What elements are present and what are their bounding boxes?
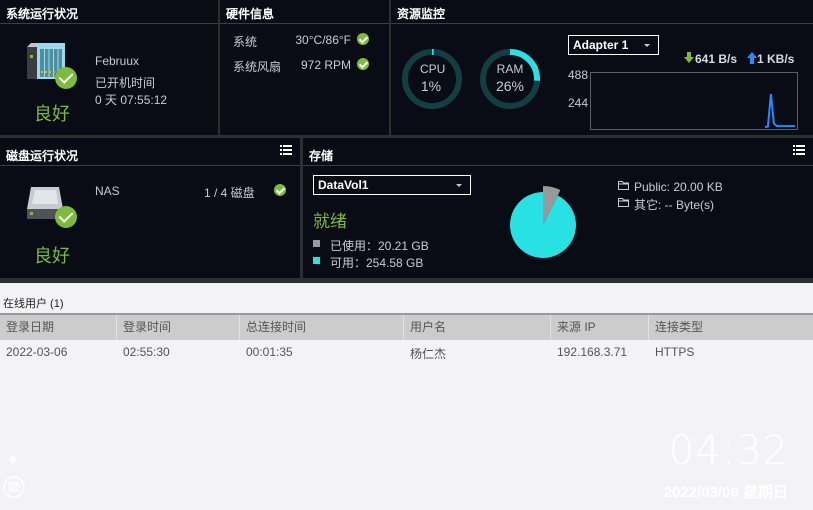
device-name: Februux: [95, 54, 140, 68]
dot-indicator[interactable]: [9, 456, 16, 463]
download-arrow-icon: [684, 52, 694, 63]
disk-count-ok-icon: [274, 184, 286, 196]
column-header[interactable]: 登录时间: [117, 315, 240, 340]
column-header[interactable]: 总连接时间: [240, 315, 404, 340]
folder-icon: [618, 181, 629, 190]
temp-ok-icon: [357, 33, 369, 45]
connection-type: HTTPS: [655, 345, 695, 359]
chevron-down-icon: [644, 44, 650, 47]
folder-other: 其它: -- Byte(s): [634, 198, 714, 212]
fan-label: 系统风扇: [233, 60, 282, 74]
column-header[interactable]: 登录日期: [0, 315, 117, 340]
system-temp-value: 30°C/86°F: [295, 33, 351, 47]
storage-menu-icon[interactable]: [793, 145, 805, 155]
hardware-panel: 硬件信息 系统 30°C/86°F 系统风扇 972 RPM: [220, 0, 389, 135]
volume-select[interactable]: DataVol1: [313, 175, 471, 195]
upload-rate: 1 KB/s: [757, 52, 795, 66]
uptime-value: 0 天 07:55:12: [95, 93, 168, 107]
clock-date: 2022/03/06 星期日: [663, 484, 788, 501]
fan-ok-icon: [357, 58, 369, 70]
connection-duration: 00:01:35: [246, 345, 293, 359]
used-legend-swatch: [313, 240, 320, 247]
resource-monitor-title: 资源监控: [391, 0, 813, 24]
column-header[interactable]: 连接类型: [649, 315, 813, 340]
upload-arrow-icon: [747, 52, 757, 64]
username: 杨仁杰: [410, 347, 447, 361]
login-date: 2022-03-06: [6, 345, 68, 359]
disk-menu-icon[interactable]: [280, 145, 292, 155]
volume-state: 就绪: [313, 212, 347, 231]
source-ip: 192.168.3.71: [557, 345, 628, 359]
column-header[interactable]: 来源 IP: [551, 315, 649, 340]
y-tick-244: 244: [568, 96, 589, 110]
system-status-title: 系统运行状况: [0, 0, 218, 24]
storage-title: 存储: [303, 138, 813, 166]
fan-value: 972 RPM: [300, 58, 351, 72]
volume-select-value: DataVol1: [318, 178, 369, 192]
online-users-section: 在线用户 (1) 登录日期 登录时间 总连接时间 用户名 来源 IP 连接类型 …: [0, 283, 813, 510]
cpu-value: 1%: [420, 78, 442, 94]
free-legend-swatch: [313, 257, 320, 264]
disk-name: NAS: [95, 184, 120, 198]
uptime-label: 已开机时间: [95, 76, 156, 90]
clock-time: 04:32: [668, 428, 789, 474]
online-users-title: 在线用户 (1): [3, 298, 64, 310]
folder-icon: [618, 198, 629, 207]
system-temp-label: 系统: [233, 35, 258, 49]
dashboard: 系统运行状况 良好 Februux 已开机时间 0 天 07:55:12 硬件信…: [0, 0, 813, 283]
chevron-down-icon: [456, 184, 462, 187]
folder-public: Public: 20.00 KB: [634, 180, 723, 194]
column-header[interactable]: 用户名: [404, 315, 551, 340]
resource-monitor-panel: 资源监控 CPU 1% RAM 26% Adapter 1 641 B/s 1 …: [391, 0, 813, 135]
download-rate: 641 B/s: [695, 52, 738, 66]
system-health-status: 良好: [34, 104, 70, 124]
traffic-series-line: [764, 93, 795, 128]
disk-health-status: 良好: [34, 246, 70, 266]
network-traffic-chart: [590, 72, 798, 130]
pie-slice-free: [510, 192, 576, 258]
login-time: 02:55:30: [123, 345, 170, 359]
storage-panel: 存储 DataVol1 就绪 已使用：20.21 GB 可用：254.58 GB…: [303, 138, 813, 278]
disk-status-title: 磁盘运行状况: [0, 138, 300, 166]
disk-ok-icon: [55, 206, 77, 228]
cpu-label: CPU: [420, 62, 446, 76]
ram-label: RAM: [496, 62, 524, 76]
users-table-header: 登录日期 登录时间 总连接时间 用户名 来源 IP 连接类型: [0, 313, 813, 340]
system-status-panel: 系统运行状况 良好 Februux 已开机时间 0 天 07:55:12: [0, 0, 218, 135]
y-tick-488: 488: [568, 68, 589, 82]
adapter-select[interactable]: Adapter 1: [568, 35, 659, 55]
disk-status-panel: 磁盘运行状况 良好 NAS 1 / 4 磁盘: [0, 138, 300, 278]
used-legend: 已使用：20.21 GB: [330, 239, 429, 253]
ram-value: 26%: [495, 78, 525, 94]
hardware-title: 硬件信息: [220, 0, 389, 24]
status-ok-icon: [55, 67, 77, 89]
storage-pie-chart: [510, 186, 576, 258]
disk-count: 1 / 4 磁盘: [204, 186, 255, 200]
free-legend: 可用：254.58 GB: [330, 256, 424, 270]
adapter-select-value: Adapter 1: [573, 38, 629, 52]
book-icon[interactable]: [3, 476, 25, 498]
